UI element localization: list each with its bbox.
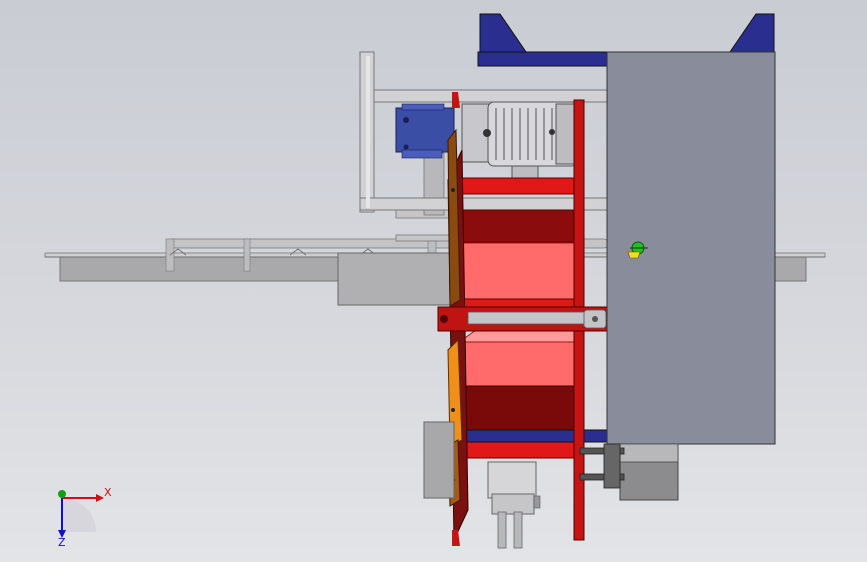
triad-z-label: Z bbox=[58, 536, 66, 549]
gearbox-housing[interactable] bbox=[337, 152, 454, 306]
coordinate-triad-icon: X Z bbox=[58, 486, 112, 549]
3d-model-viewport[interactable]: X Z bbox=[0, 0, 867, 562]
triad-x-label: X bbox=[104, 486, 112, 499]
machine-assembly[interactable]: X Z bbox=[0, 0, 867, 562]
